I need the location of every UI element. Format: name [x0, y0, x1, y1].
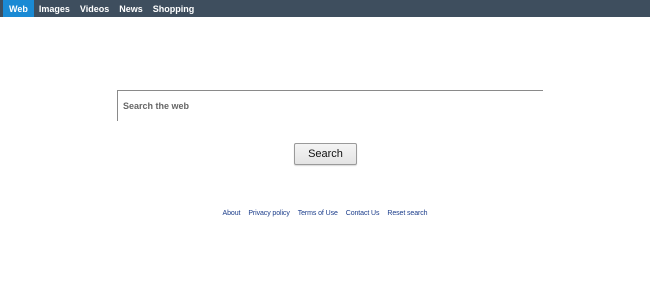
- tab-news[interactable]: News: [114, 0, 148, 17]
- footer-link-reset-search[interactable]: Reset search: [387, 210, 427, 217]
- tab-shopping[interactable]: Shopping: [148, 0, 200, 17]
- tab-images[interactable]: Images: [34, 0, 75, 17]
- footer-links: About Privacy policy Terms of Use Contac…: [0, 210, 650, 217]
- search-box: [117, 90, 543, 121]
- search-input[interactable]: [118, 91, 543, 121]
- footer-link-about[interactable]: About: [223, 210, 241, 217]
- tab-web[interactable]: Web: [3, 0, 34, 17]
- top-nav-bar: Web Images Videos News Shopping: [0, 0, 650, 17]
- footer-link-contact-us[interactable]: Contact Us: [346, 210, 380, 217]
- footer-link-terms-of-use[interactable]: Terms of Use: [298, 210, 338, 217]
- footer-link-privacy-policy[interactable]: Privacy policy: [248, 210, 289, 217]
- search-button[interactable]: Search: [294, 143, 357, 165]
- tab-videos[interactable]: Videos: [75, 0, 114, 17]
